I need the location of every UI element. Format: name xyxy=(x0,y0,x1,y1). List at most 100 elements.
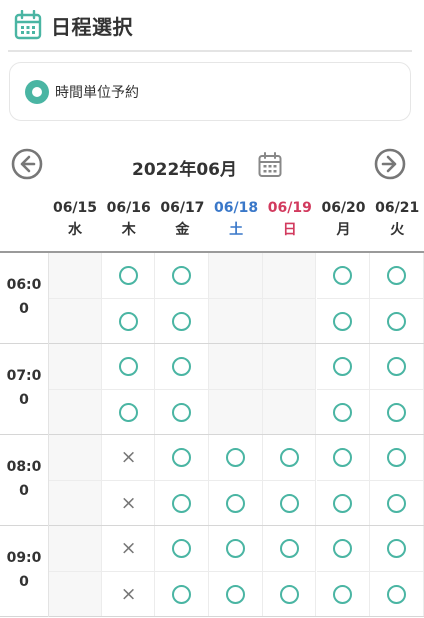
available-circle-icon xyxy=(118,266,138,285)
slot-available[interactable] xyxy=(155,526,210,572)
slot-available[interactable] xyxy=(370,389,424,435)
time-label-line2: 0 xyxy=(19,574,29,590)
page-header: 日程選択 xyxy=(0,0,424,52)
slot-available[interactable] xyxy=(155,571,210,617)
available-circle-icon xyxy=(333,448,353,467)
day-weekday: 月 xyxy=(336,222,351,238)
available-circle-icon xyxy=(333,357,353,376)
unavailable-cross-icon: × xyxy=(120,491,137,514)
available-circle-icon xyxy=(387,493,407,513)
slot-available[interactable] xyxy=(316,571,371,617)
slot-available[interactable] xyxy=(155,389,210,435)
slot-closed xyxy=(262,298,317,344)
available-circle-icon xyxy=(172,584,192,604)
available-circle-icon xyxy=(172,357,192,376)
slot-unavailable: × xyxy=(101,480,156,526)
slot-closed xyxy=(48,253,102,299)
day-weekday: 水 xyxy=(68,222,82,238)
slot-available[interactable] xyxy=(155,435,210,481)
slot-available[interactable] xyxy=(370,435,424,481)
slot-available[interactable] xyxy=(101,344,156,390)
slot-available[interactable] xyxy=(370,571,424,617)
slot-available[interactable] xyxy=(101,298,156,344)
reservation-type-option[interactable]: 時間単位予約 xyxy=(9,62,411,121)
day-weekday: 火 xyxy=(390,222,405,238)
slot-available[interactable] xyxy=(262,435,317,481)
time-slot-label: 09:0 0 xyxy=(0,546,48,594)
slot-available[interactable] xyxy=(370,344,424,390)
available-circle-icon xyxy=(225,493,245,513)
time-column-divider xyxy=(48,253,49,617)
available-circle-icon xyxy=(118,402,138,422)
slot-available[interactable] xyxy=(155,298,210,344)
slot-available[interactable] xyxy=(316,253,371,299)
slot-available[interactable] xyxy=(155,253,210,299)
slot-available[interactable] xyxy=(316,344,371,390)
slot-available[interactable] xyxy=(316,298,371,344)
available-circle-icon xyxy=(387,357,407,376)
day-date: 06/17 xyxy=(160,200,205,216)
slot-available[interactable] xyxy=(101,253,156,299)
available-circle-icon xyxy=(118,357,138,376)
day-date: 06/19 xyxy=(267,200,312,216)
slot-available[interactable] xyxy=(262,526,317,572)
available-circle-icon xyxy=(333,402,353,422)
slot-closed xyxy=(48,389,102,435)
available-circle-icon xyxy=(333,539,353,558)
prev-week-button[interactable] xyxy=(11,148,43,180)
available-circle-icon xyxy=(387,311,407,331)
available-circle-icon xyxy=(333,493,353,513)
slot-available[interactable] xyxy=(209,526,263,572)
day-header-3: 06/18 土 xyxy=(209,197,263,240)
slot-available[interactable] xyxy=(262,571,317,617)
slot-available[interactable] xyxy=(370,526,424,572)
slot-closed xyxy=(48,571,102,617)
day-weekday: 土 xyxy=(229,222,244,238)
time-label-line2: 0 xyxy=(19,301,29,317)
slot-available[interactable] xyxy=(101,389,156,435)
calendar-picker-icon[interactable] xyxy=(258,152,282,178)
slot-available[interactable] xyxy=(262,480,317,526)
slot-available[interactable] xyxy=(155,344,210,390)
slot-available[interactable] xyxy=(316,435,371,481)
slot-available[interactable] xyxy=(209,480,263,526)
calendar-icon xyxy=(14,10,42,40)
slot-available[interactable] xyxy=(316,389,371,435)
slot-available[interactable] xyxy=(370,298,424,344)
time-label-line2: 0 xyxy=(19,483,29,499)
time-slot-label: 07:0 0 xyxy=(0,364,48,412)
reservation-type-label: 時間単位予約 xyxy=(55,85,139,101)
slot-unavailable: × xyxy=(101,571,156,617)
time-label-line1: 06:0 xyxy=(6,277,42,293)
day-header-5: 06/20 月 xyxy=(317,197,371,240)
available-circle-icon xyxy=(333,311,353,331)
slot-available[interactable] xyxy=(209,571,263,617)
slot-unavailable: × xyxy=(101,435,156,481)
day-weekday: 日 xyxy=(282,222,297,238)
slot-closed xyxy=(209,253,263,299)
slot-available[interactable] xyxy=(370,253,424,299)
slot-closed xyxy=(262,253,317,299)
available-circle-icon xyxy=(333,266,353,285)
available-circle-icon xyxy=(387,539,407,558)
slot-closed xyxy=(48,344,102,390)
slot-available[interactable] xyxy=(209,435,263,481)
slot-available[interactable] xyxy=(370,480,424,526)
time-label-line1: 07:0 xyxy=(6,368,42,384)
day-date: 06/18 xyxy=(214,200,259,216)
slot-available[interactable] xyxy=(316,480,371,526)
available-circle-icon xyxy=(225,584,245,604)
available-circle-icon xyxy=(118,311,138,331)
available-circle-icon xyxy=(172,493,192,513)
slot-available[interactable] xyxy=(316,526,371,572)
available-circle-icon xyxy=(279,493,299,513)
available-circle-icon xyxy=(225,448,245,467)
radio-button-selected[interactable] xyxy=(25,80,49,104)
day-header-6: 06/21 火 xyxy=(370,197,424,240)
day-header-2: 06/17 金 xyxy=(155,197,209,240)
day-weekday: 木 xyxy=(121,222,136,238)
slot-available[interactable] xyxy=(155,480,210,526)
next-week-button[interactable] xyxy=(374,148,406,180)
slot-unavailable: × xyxy=(101,526,156,572)
month-title: 2022年06月 xyxy=(132,160,237,180)
